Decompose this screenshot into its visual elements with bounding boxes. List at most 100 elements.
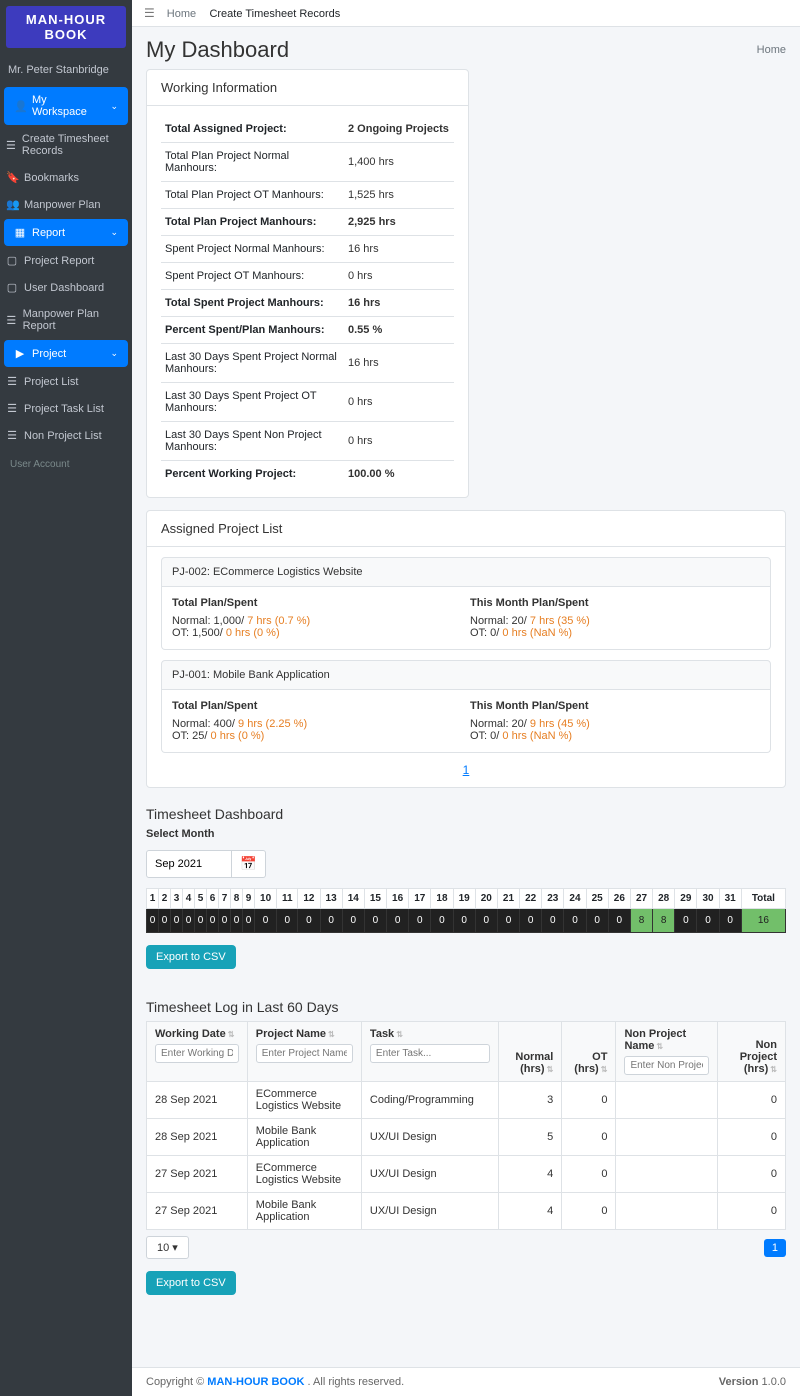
month-ot: OT: 0/ 0 hrs (NaN %) [470, 730, 760, 742]
ts-day-cell[interactable]: 0 [231, 909, 243, 933]
ts-day-cell[interactable]: 0 [320, 909, 342, 933]
ts-day-cell[interactable]: 0 [243, 909, 255, 933]
nav-my-workspace[interactable]: 👤 My Workspace ⌄ [4, 87, 128, 125]
ts-day-cell[interactable]: 0 [298, 909, 320, 933]
sort-icon: ⇅ [396, 1030, 403, 1039]
ts-day-cell[interactable]: 0 [183, 909, 195, 933]
col-ot[interactable]: OT (hrs)⇅ [562, 1022, 616, 1082]
cell-ot: 0 [562, 1119, 616, 1156]
ts-day-cell[interactable]: 0 [475, 909, 497, 933]
log-title: Timesheet Log in Last 60 Days [146, 999, 786, 1015]
info-key: Total Spent Project Manhours: [161, 290, 344, 317]
col-task[interactable]: Task⇅ [361, 1022, 499, 1082]
month-picker-button[interactable]: 📅 [232, 850, 266, 878]
col-normal[interactable]: Normal (hrs)⇅ [499, 1022, 562, 1082]
filter-non-project-name[interactable] [624, 1056, 709, 1075]
info-value: 16 hrs [344, 236, 454, 263]
breadcrumb-current[interactable]: Create Timesheet Records [209, 8, 340, 20]
ts-day-cell[interactable]: 0 [520, 909, 542, 933]
ts-day-cell[interactable]: 0 [564, 909, 586, 933]
info-key: Last 30 Days Spent Project OT Manhours: [161, 383, 344, 422]
cell-normal: 5 [499, 1119, 562, 1156]
ts-day-cell[interactable]: 8 [653, 909, 675, 933]
pager-page[interactable]: 1 [457, 760, 476, 780]
info-value: 0.55 % [344, 317, 454, 344]
nav-project-list[interactable]: ☰ Project List [0, 368, 132, 395]
cell-normal: 4 [499, 1156, 562, 1193]
ts-day-cell[interactable]: 0 [409, 909, 431, 933]
info-key: Last 30 Days Spent Non Project Manhours: [161, 422, 344, 461]
col-non-project-hrs[interactable]: Non Project (hrs)⇅ [718, 1022, 786, 1082]
breadcrumb-home[interactable]: Home [167, 8, 196, 20]
ts-day-cell[interactable]: 0 [387, 909, 409, 933]
ts-day-cell[interactable]: 16 [741, 909, 785, 933]
table-row: Percent Spent/Plan Manhours:0.55 % [161, 317, 454, 344]
filter-working-date[interactable] [155, 1044, 239, 1063]
ts-day-cell[interactable]: 0 [207, 909, 219, 933]
info-key: Spent Project Normal Manhours: [161, 236, 344, 263]
ts-day-cell[interactable]: 8 [630, 909, 652, 933]
table-row: Total Plan Project Manhours:2,925 hrs [161, 209, 454, 236]
col-project-name[interactable]: Project Name⇅ [247, 1022, 361, 1082]
select-month-label: Select Month [146, 828, 214, 840]
filter-task[interactable] [370, 1044, 491, 1063]
col-working-date[interactable]: Working Date⇅ [147, 1022, 248, 1082]
page-size-select[interactable]: 10 ▾ [146, 1236, 189, 1259]
col-non-project-name[interactable]: Non Project Name⇅ [616, 1022, 718, 1082]
nav-project-report[interactable]: ▢ Project Report [0, 247, 132, 274]
nav-non-project-list[interactable]: ☰ Non Project List [0, 422, 132, 449]
ts-day-cell[interactable]: 0 [171, 909, 183, 933]
ts-day-cell[interactable]: 0 [586, 909, 608, 933]
export-log-csv-button[interactable]: Export to CSV [146, 1271, 236, 1295]
ts-day-cell[interactable]: 0 [431, 909, 453, 933]
cell-ot: 0 [562, 1156, 616, 1193]
table-row: Last 30 Days Spent Project OT Manhours:0… [161, 383, 454, 422]
cell-project: ECommerce Logistics Website [247, 1082, 361, 1119]
nav-project[interactable]: ▶ Project ⌄ [4, 340, 128, 367]
nav-create-timesheet[interactable]: ☰ Create Timesheet Records [0, 126, 132, 164]
ts-day-cell[interactable]: 0 [497, 909, 519, 933]
ts-day-cell[interactable]: 0 [147, 909, 159, 933]
month-input[interactable] [146, 850, 232, 878]
ts-day-cell[interactable]: 0 [542, 909, 564, 933]
ts-day-cell[interactable]: 0 [364, 909, 386, 933]
filter-project-name[interactable] [256, 1044, 353, 1063]
cell-nproj [616, 1193, 718, 1230]
ts-day-cell[interactable]: 0 [342, 909, 364, 933]
info-key: Total Plan Project OT Manhours: [161, 182, 344, 209]
project-header[interactable]: PJ-001: Mobile Bank Application [161, 660, 771, 690]
project-header[interactable]: PJ-002: ECommerce Logistics Website [161, 557, 771, 587]
user-name: Mr. Peter Stanbridge [0, 54, 132, 86]
cell-date: 28 Sep 2021 [147, 1082, 248, 1119]
ts-day-cell[interactable]: 0 [195, 909, 207, 933]
nav-user-dashboard[interactable]: ▢ User Dashboard [0, 274, 132, 301]
list-icon: ☰ [6, 429, 18, 442]
bookmark-icon: 🔖 [6, 171, 18, 184]
cell-date: 28 Sep 2021 [147, 1119, 248, 1156]
cell-normal: 3 [499, 1082, 562, 1119]
nav-manpower-plan[interactable]: 👥 Manpower Plan [0, 191, 132, 218]
nav-bookmarks[interactable]: 🔖 Bookmarks [0, 164, 132, 191]
menu-toggle-icon[interactable]: ☰ [144, 6, 155, 20]
user-icon: 👤 [14, 100, 26, 113]
table-row: Percent Working Project:100.00 % [161, 461, 454, 488]
breadcrumb-right-home[interactable]: Home [757, 44, 786, 56]
nav-project-task-list[interactable]: ☰ Project Task List [0, 395, 132, 422]
list-icon: ☰ [6, 375, 18, 388]
ts-day-cell[interactable]: 0 [675, 909, 697, 933]
cell-nhrs: 0 [718, 1193, 786, 1230]
ts-day-cell[interactable]: 0 [453, 909, 475, 933]
export-csv-button[interactable]: Export to CSV [146, 945, 236, 969]
brand-logo: MAN-HOUR BOOK [6, 6, 126, 48]
nav-report[interactable]: ▦ Report ⌄ [4, 219, 128, 246]
ts-day-cell[interactable]: 0 [255, 909, 277, 933]
page-number[interactable]: 1 [764, 1239, 786, 1257]
table-row: 27 Sep 2021 Mobile Bank Application UX/U… [147, 1193, 786, 1230]
nav-manpower-plan-report[interactable]: ☰ Manpower Plan Report [0, 301, 132, 339]
ts-day-cell[interactable]: 0 [219, 909, 231, 933]
ts-day-cell[interactable]: 0 [697, 909, 719, 933]
ts-day-cell[interactable]: 0 [719, 909, 741, 933]
ts-day-cell[interactable]: 0 [608, 909, 630, 933]
ts-day-cell[interactable]: 0 [159, 909, 171, 933]
ts-day-cell[interactable]: 0 [277, 909, 298, 933]
